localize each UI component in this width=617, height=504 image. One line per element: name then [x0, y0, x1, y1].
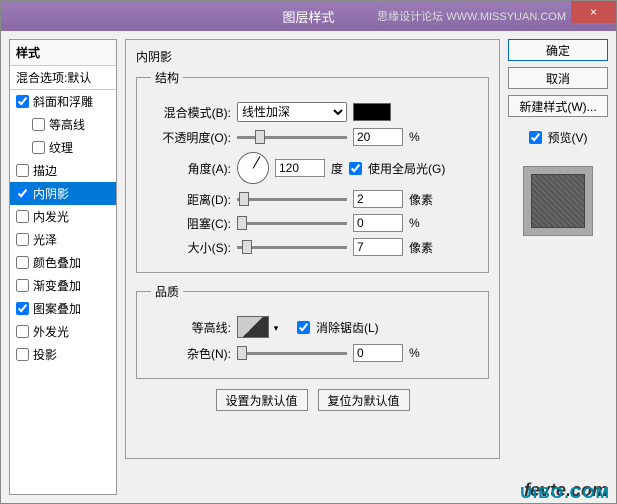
opacity-unit: % [409, 130, 420, 144]
quality-group: 品质 等高线: ▾ 消除锯齿(L) 杂色(N): % [136, 283, 489, 379]
angle-dial[interactable] [237, 152, 269, 184]
reset-default-button[interactable]: 复位为默认值 [318, 389, 410, 411]
style-label-3: 描边 [33, 162, 57, 179]
style-label-11: 投影 [33, 346, 57, 363]
style-label-9: 图案叠加 [33, 300, 81, 317]
style-checkbox-9[interactable] [16, 302, 29, 315]
style-item-7[interactable]: 颜色叠加 [10, 251, 116, 274]
distance-unit: 像素 [409, 191, 433, 208]
distance-label: 距离(D): [151, 191, 231, 208]
size-slider[interactable] [237, 246, 347, 249]
style-checkbox-5[interactable] [16, 210, 29, 223]
noise-slider[interactable] [237, 352, 347, 355]
style-checkbox-11[interactable] [16, 348, 29, 361]
style-checkbox-1[interactable] [32, 118, 45, 131]
style-label-5: 内发光 [33, 208, 69, 225]
color-swatch[interactable] [353, 103, 391, 121]
panel-title: 内阴影 [136, 48, 489, 65]
distance-slider[interactable] [237, 198, 347, 201]
window-title: 图层样式 [282, 7, 334, 26]
style-item-1[interactable]: 等高线 [10, 113, 116, 136]
angle-input[interactable] [275, 159, 325, 177]
antialias-checkbox[interactable] [297, 321, 310, 334]
main-panel: 内阴影 结构 混合模式(B): 线性加深 不透明度(O): % [125, 39, 500, 495]
global-light-checkbox[interactable] [349, 162, 362, 175]
style-checkbox-4[interactable] [16, 187, 29, 200]
ok-button[interactable]: 确定 [508, 39, 608, 61]
style-checkbox-3[interactable] [16, 164, 29, 177]
size-input[interactable] [353, 238, 403, 256]
style-checkbox-10[interactable] [16, 325, 29, 338]
button-panel: 确定 取消 新建样式(W)... 预览(V) [508, 39, 608, 495]
style-label-10: 外发光 [33, 323, 69, 340]
style-label-1: 等高线 [49, 116, 85, 133]
choke-unit: % [409, 216, 420, 230]
style-checkbox-6[interactable] [16, 233, 29, 246]
choke-slider[interactable] [237, 222, 347, 225]
preview-checkbox[interactable] [529, 131, 542, 144]
style-item-9[interactable]: 图案叠加 [10, 297, 116, 320]
blend-mode-label: 混合模式(B): [151, 104, 231, 121]
titlebar: 图层样式 思缘设计论坛 WWW.MISSYUAN.COM × [1, 1, 616, 31]
distance-input[interactable] [353, 190, 403, 208]
noise-unit: % [409, 346, 420, 360]
chevron-down-icon[interactable]: ▾ [270, 321, 282, 335]
global-light-label: 使用全局光(G) [368, 160, 445, 177]
style-label-0: 斜面和浮雕 [33, 93, 93, 110]
angle-unit: 度 [331, 160, 343, 177]
blend-mode-select[interactable]: 线性加深 [237, 102, 347, 122]
style-checkbox-0[interactable] [16, 95, 29, 108]
choke-label: 阻塞(C): [151, 215, 231, 232]
opacity-input[interactable] [353, 128, 403, 146]
layer-style-dialog: 图层样式 思缘设计论坛 WWW.MISSYUAN.COM × 样式 混合选项:默… [0, 0, 617, 504]
style-item-3[interactable]: 描边 [10, 159, 116, 182]
style-item-8[interactable]: 渐变叠加 [10, 274, 116, 297]
footer-watermark-2: UiBO.COM [520, 485, 610, 503]
preview-thumbnail [523, 166, 593, 236]
angle-label: 角度(A): [151, 160, 231, 177]
size-label: 大小(S): [151, 239, 231, 256]
style-item-4[interactable]: 内阴影 [10, 182, 116, 205]
style-label-6: 光泽 [33, 231, 57, 248]
set-default-button[interactable]: 设置为默认值 [216, 389, 308, 411]
style-checkbox-8[interactable] [16, 279, 29, 292]
style-item-2[interactable]: 纹理 [10, 136, 116, 159]
close-button[interactable]: × [571, 1, 616, 23]
noise-input[interactable] [353, 344, 403, 362]
style-checkbox-2[interactable] [32, 141, 45, 154]
style-item-11[interactable]: 投影 [10, 343, 116, 366]
choke-input[interactable] [353, 214, 403, 232]
blend-options-item[interactable]: 混合选项:默认 [10, 66, 116, 90]
style-item-6[interactable]: 光泽 [10, 228, 116, 251]
contour-label: 等高线: [151, 319, 231, 336]
watermark-top: 思缘设计论坛 WWW.MISSYUAN.COM [377, 8, 566, 24]
style-list-panel: 样式 混合选项:默认 斜面和浮雕等高线纹理描边内阴影内发光光泽颜色叠加渐变叠加图… [9, 39, 117, 495]
new-style-button[interactable]: 新建样式(W)... [508, 95, 608, 117]
structure-group: 结构 混合模式(B): 线性加深 不透明度(O): % 角度(A): [136, 69, 489, 273]
structure-legend: 结构 [151, 69, 183, 86]
style-checkbox-7[interactable] [16, 256, 29, 269]
quality-legend: 品质 [151, 283, 183, 300]
close-icon: × [590, 5, 597, 19]
dialog-body: 样式 混合选项:默认 斜面和浮雕等高线纹理描边内阴影内发光光泽颜色叠加渐变叠加图… [1, 31, 616, 503]
size-unit: 像素 [409, 239, 433, 256]
style-item-5[interactable]: 内发光 [10, 205, 116, 228]
noise-label: 杂色(N): [151, 345, 231, 362]
style-label-7: 颜色叠加 [33, 254, 81, 271]
cancel-button[interactable]: 取消 [508, 67, 608, 89]
contour-picker[interactable]: ▾ [237, 316, 269, 338]
antialias-label: 消除锯齿(L) [316, 319, 379, 336]
style-item-10[interactable]: 外发光 [10, 320, 116, 343]
style-item-0[interactable]: 斜面和浮雕 [10, 90, 116, 113]
style-label-2: 纹理 [49, 139, 73, 156]
style-label-8: 渐变叠加 [33, 277, 81, 294]
preview-label: 预览(V) [548, 129, 588, 146]
style-list-header: 样式 [10, 40, 116, 66]
style-label-4: 内阴影 [33, 185, 69, 202]
opacity-slider[interactable] [237, 136, 347, 139]
opacity-label: 不透明度(O): [151, 129, 231, 146]
